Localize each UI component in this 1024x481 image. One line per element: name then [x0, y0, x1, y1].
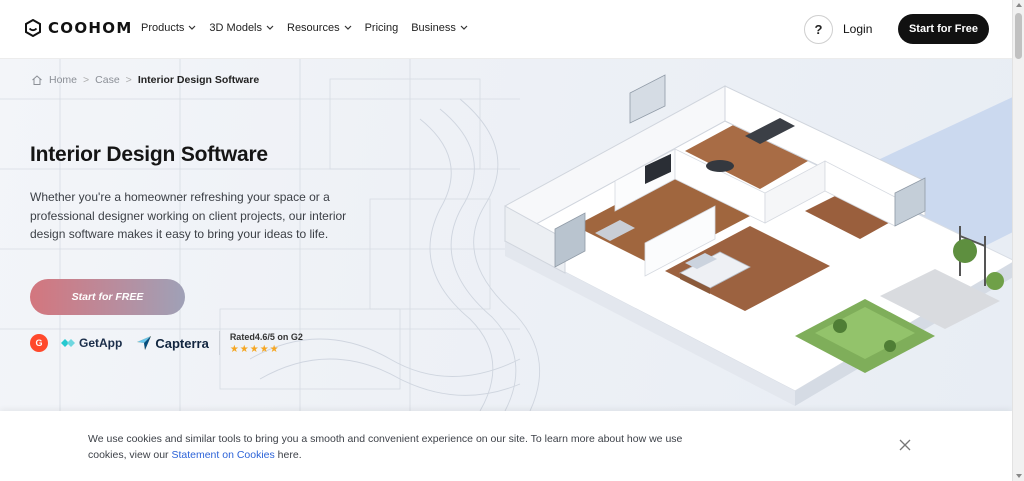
hero-section: Home > Case > Interior Design Software I… [0, 59, 1012, 411]
breadcrumb-separator: > [83, 74, 90, 86]
coohom-logo-icon [25, 19, 41, 37]
cookie-banner: We use cookies and similar tools to brin… [0, 411, 1012, 481]
scrollbar-thumb[interactable] [1015, 13, 1022, 59]
nav-3d-models-label: 3D Models [209, 22, 262, 34]
breadcrumb-case[interactable]: Case [95, 74, 120, 86]
start-for-free-button[interactable]: Start for Free [898, 14, 989, 44]
login-link[interactable]: Login [843, 22, 872, 36]
cookie-message: We use cookies and similar tools to brin… [88, 431, 688, 463]
cookie-statement-link[interactable]: Statement on Cookies [171, 449, 274, 461]
chevron-down-icon [266, 25, 274, 30]
breadcrumb-current: Interior Design Software [137, 74, 260, 86]
nav-pricing[interactable]: Pricing [365, 22, 399, 34]
getapp-label: GetApp [79, 336, 123, 350]
page-title: Interior Design Software [30, 143, 268, 166]
breadcrumb-home[interactable]: Home [49, 74, 77, 86]
isometric-house-illustration [503, 74, 1012, 406]
start-for-free-cta-button[interactable]: Start for FREE [30, 279, 185, 315]
chevron-down-icon [188, 25, 196, 30]
nav-resources-label: Resources [287, 22, 340, 34]
cookie-text-after: here. [274, 449, 302, 461]
help-button[interactable]: ? [804, 15, 833, 44]
coohom-logo[interactable]: COOHOM [24, 19, 133, 37]
getapp-badge[interactable]: GetApp [60, 336, 122, 350]
capterra-badge[interactable]: Capterra [136, 335, 209, 351]
capterra-label: Capterra [155, 335, 209, 351]
hero-description: Whether you're a homeowner refreshing yo… [30, 190, 347, 241]
close-icon[interactable] [898, 438, 912, 452]
logo-text: COOHOM [48, 19, 133, 37]
getapp-icon [61, 339, 75, 347]
nav-resources[interactable]: Resources [287, 22, 352, 34]
nav-products[interactable]: Products [141, 22, 196, 34]
nav-pricing-label: Pricing [364, 22, 399, 34]
badge-divider [218, 331, 220, 355]
scroll-down-arrow-icon[interactable] [1016, 474, 1022, 478]
nav-business[interactable]: Business [411, 22, 468, 34]
breadcrumb: Home > Case > Interior Design Software [31, 74, 259, 86]
site-header: COOHOM Products 3D Models Resources Pric… [0, 0, 1012, 59]
g2-logo-icon[interactable]: G [30, 334, 48, 352]
capterra-icon [137, 336, 152, 350]
chevron-down-icon [460, 25, 468, 30]
scroll-up-arrow-icon[interactable] [1016, 3, 1022, 7]
rating-stars: ★★★★★ [229, 343, 280, 355]
chevron-down-icon [344, 25, 352, 30]
review-badges: G GetApp Capterra Rated4.6/5 on G2 ★★★★★ [30, 331, 303, 355]
breadcrumb-separator: > [125, 74, 132, 86]
g2-rating: Rated4.6/5 on G2 ★★★★★ [230, 332, 303, 355]
main-nav: Products 3D Models Resources Pricing Bus… [141, 22, 468, 34]
rating-text: Rated4.6/5 on G2 [229, 331, 303, 342]
home-icon [32, 75, 42, 85]
nav-3d-models[interactable]: 3D Models [209, 22, 274, 34]
page-scrollbar[interactable] [1012, 0, 1024, 481]
nav-products-label: Products [141, 22, 185, 34]
nav-business-label: Business [411, 22, 456, 34]
